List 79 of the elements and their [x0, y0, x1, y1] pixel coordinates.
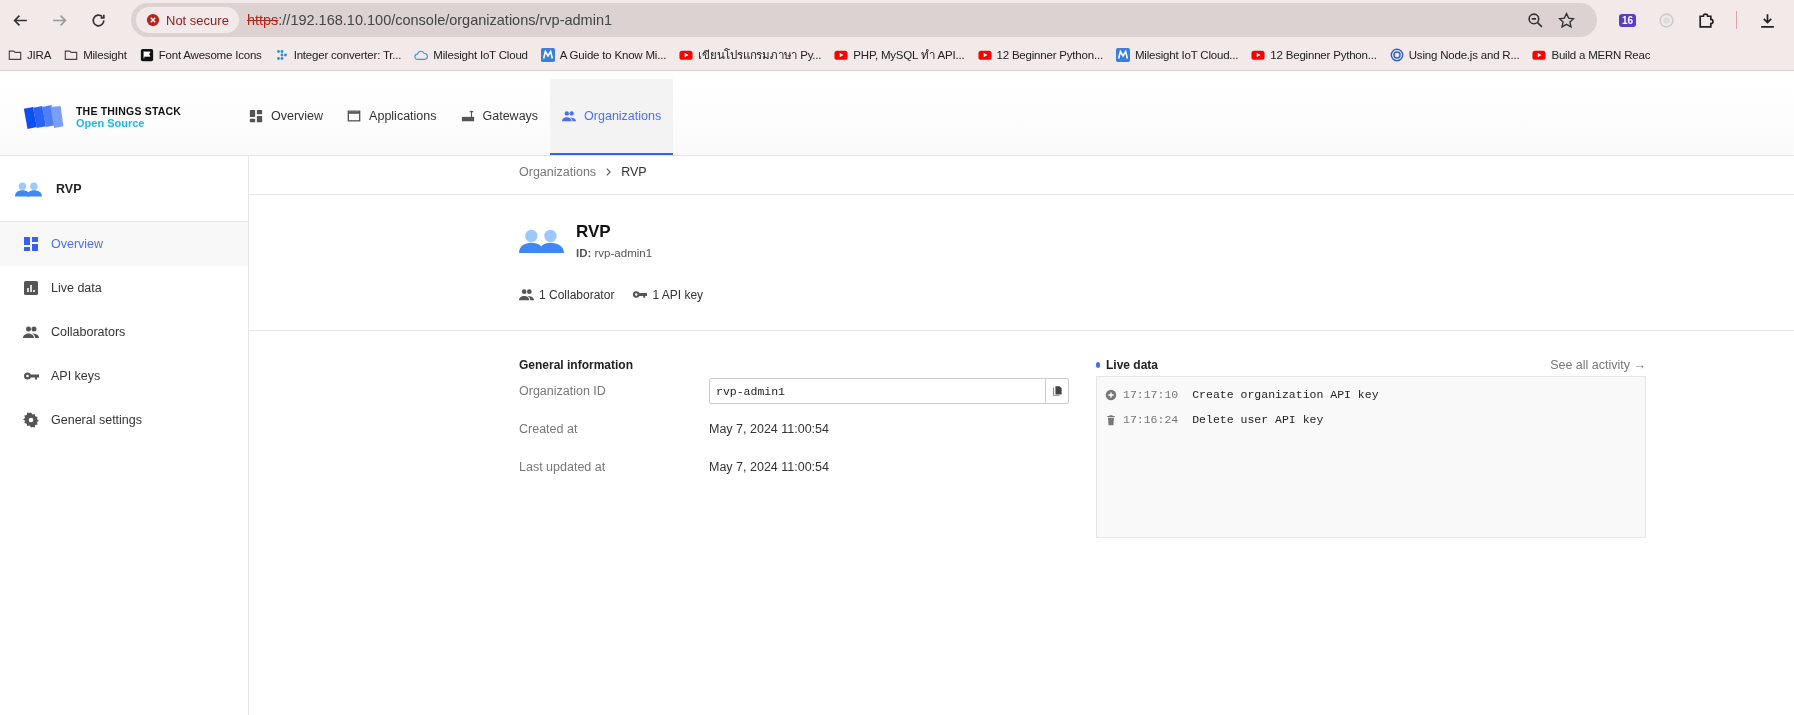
nav-tab[interactable]: Gateways	[448, 79, 551, 155]
sidebar-item[interactable]: API keys	[0, 354, 248, 398]
sidebar-item[interactable]: Live data	[0, 266, 248, 310]
count-link[interactable]: 1 Collaborator	[519, 287, 615, 302]
event-text: Delete user API key	[1192, 413, 1324, 426]
router-icon	[460, 109, 475, 123]
count-link[interactable]: 1 API key	[632, 287, 704, 302]
nav-tab[interactable]: Applications	[335, 79, 449, 155]
organization-icon	[519, 227, 564, 254]
dashboard-icon	[23, 236, 39, 252]
people-icon	[519, 287, 534, 302]
m-logo-icon	[1115, 48, 1130, 62]
field-label: Last updated at	[519, 460, 607, 474]
nav-tab[interactable]: Organizations	[550, 79, 674, 155]
bookmark-link[interactable]: A Guide to Know Mi...	[540, 48, 667, 62]
bookmark-link[interactable]: Build a MERN Reac	[1532, 48, 1651, 62]
puzzle-icon[interactable]	[1697, 11, 1714, 29]
event-time: 17:17:10	[1123, 388, 1179, 401]
url-text: https://192.168.10.100/console/organizations/rvp-admin1	[246, 12, 613, 28]
chevron-icon	[605, 167, 613, 177]
extension-badge[interactable]: 16	[1618, 13, 1636, 27]
bookmark-link[interactable]: Milesight IoT Cloud...	[1115, 48, 1239, 62]
organization-id: ID: rvp-admin1	[576, 247, 653, 259]
bar-chart-icon	[23, 280, 39, 296]
play-icon	[1251, 48, 1266, 62]
bookmark-link[interactable]: PHP, MySQL ทำ API...	[834, 46, 965, 64]
address-bar[interactable]: Not secure https://192.168.10.100/console/organizations/rvp-admin1	[131, 3, 1597, 37]
bookmark-link[interactable]: Font Awesome Icons	[139, 48, 262, 62]
bookmark-link[interactable]: JIRA	[8, 48, 52, 62]
star-icon[interactable]	[1557, 11, 1575, 29]
settings-icon	[23, 412, 39, 428]
trash-icon	[1105, 413, 1117, 426]
cloud-icon	[414, 48, 429, 62]
field-value: May 7, 2024 11:00:54	[709, 460, 829, 474]
see-all-activity-link[interactable]: See all activity →	[1550, 358, 1646, 372]
field-label: Created at	[519, 422, 579, 436]
reload-icon[interactable]	[90, 11, 107, 29]
download-icon[interactable]	[1759, 11, 1776, 29]
bookmark-link[interactable]: Milesight IoT Cloud	[414, 48, 528, 62]
bookmark-link[interactable]: Integer converter: Tr...	[274, 48, 402, 62]
play-icon	[977, 48, 992, 62]
breadcrumb-current: RVP	[621, 165, 647, 179]
organization-icon	[15, 180, 42, 197]
people-icon	[562, 109, 577, 123]
warning-icon	[146, 13, 160, 27]
field-label: Organization ID	[519, 384, 607, 398]
play-icon	[679, 48, 694, 62]
dashboard-icon	[249, 109, 263, 123]
live-dot-icon	[1096, 362, 1100, 368]
m-logo-icon	[540, 48, 555, 62]
folder-icon	[8, 48, 22, 62]
people-icon	[23, 324, 39, 340]
dots-icon	[274, 48, 289, 62]
sidebar-title: RVP	[56, 181, 82, 196]
play-icon	[834, 48, 849, 62]
window-icon	[347, 109, 362, 123]
bookmark-link[interactable]: 12 Beginner Python...	[977, 48, 1103, 62]
add-icon	[1105, 388, 1117, 401]
bookmark-link[interactable]: Using Node.js and R...	[1389, 48, 1520, 62]
organization-name: RVP	[576, 222, 612, 242]
event-time: 17:16:24	[1123, 413, 1179, 426]
bookmark-link[interactable]: เขียนโปรแกรมภาษา Py...	[679, 46, 822, 64]
sidebar-item[interactable]: Overview	[0, 222, 248, 266]
section-title: General information	[519, 358, 635, 372]
security-chip[interactable]: Not secure	[136, 7, 239, 33]
field-value: May 7, 2024 11:00:54	[709, 422, 829, 436]
breadcrumb-link[interactable]: Organizations	[519, 165, 597, 179]
flag-icon	[139, 48, 154, 62]
event-text: Create organization API key	[1192, 388, 1379, 401]
sidebar-item[interactable]: Collaborators	[0, 310, 248, 354]
folder-icon	[64, 48, 79, 62]
nav-tab[interactable]: Overview	[237, 79, 336, 155]
section-title: Live data	[1106, 358, 1159, 372]
zoom-icon[interactable]	[1526, 11, 1544, 29]
play-icon	[1532, 48, 1547, 62]
bookmark-link[interactable]: Milesight	[64, 48, 127, 62]
sidebar-item[interactable]: General settings	[0, 398, 248, 442]
bookmark-link[interactable]: 12 Beginner Python...	[1251, 48, 1377, 62]
brand-logo[interactable]: THE THINGS STACK Open Source	[0, 79, 237, 155]
